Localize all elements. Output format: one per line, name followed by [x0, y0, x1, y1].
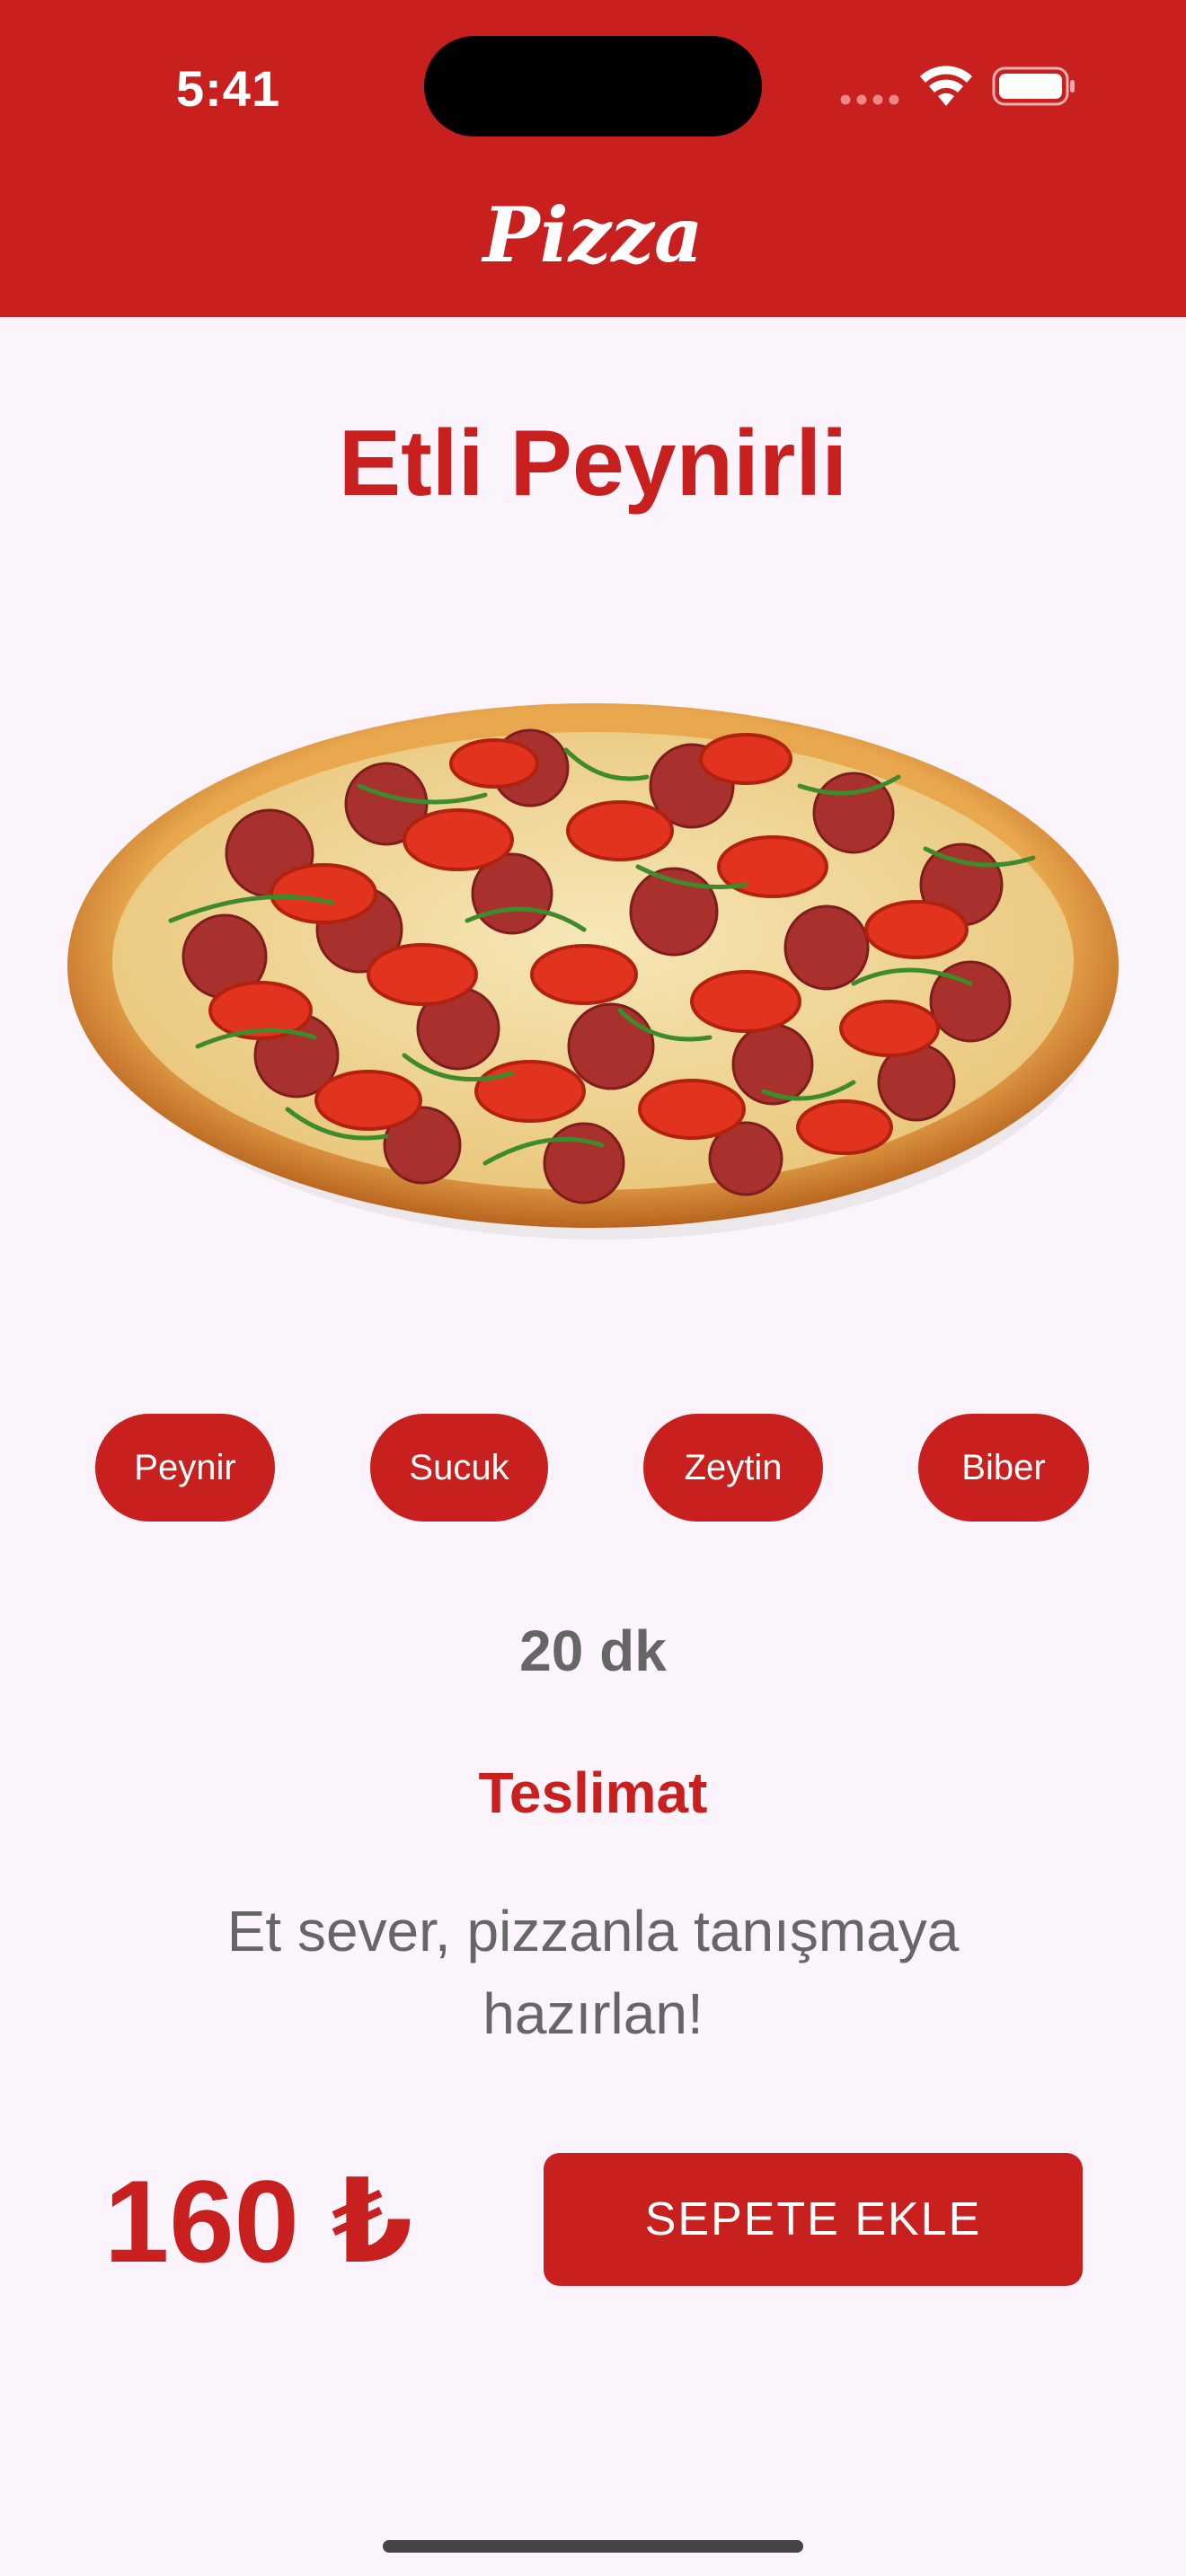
- product-price: 160 ₺: [104, 2156, 413, 2287]
- pizza-image: [67, 703, 1119, 1239]
- delivery-time: 20 dk: [519, 1619, 667, 1683]
- signal-dots-icon: [840, 94, 899, 105]
- delivery-label: Teslimat: [478, 1760, 708, 1825]
- topping-chip-zeytin[interactable]: Zeytin: [643, 1414, 823, 1522]
- status-time: 5:41: [176, 60, 281, 117]
- add-to-cart-button[interactable]: SEPETE EKLE: [544, 2153, 1083, 2286]
- dynamic-island: [424, 36, 762, 137]
- app-header: 5:41 Pizza: [0, 0, 1186, 317]
- topping-chip-sucuk[interactable]: Sucuk: [370, 1414, 548, 1522]
- product-description: Et sever, pizzanla tanışmaya hazırlan!: [226, 1899, 960, 2046]
- topping-chip-peynir[interactable]: Peynir: [95, 1414, 275, 1522]
- battery-icon: [992, 66, 1075, 106]
- topping-chip-biber[interactable]: Biber: [918, 1414, 1089, 1522]
- app-title: Pizza: [482, 190, 704, 279]
- wifi-icon: [920, 66, 972, 106]
- home-indicator[interactable]: [383, 2540, 803, 2553]
- product-title: Etli Peynirli: [338, 411, 848, 516]
